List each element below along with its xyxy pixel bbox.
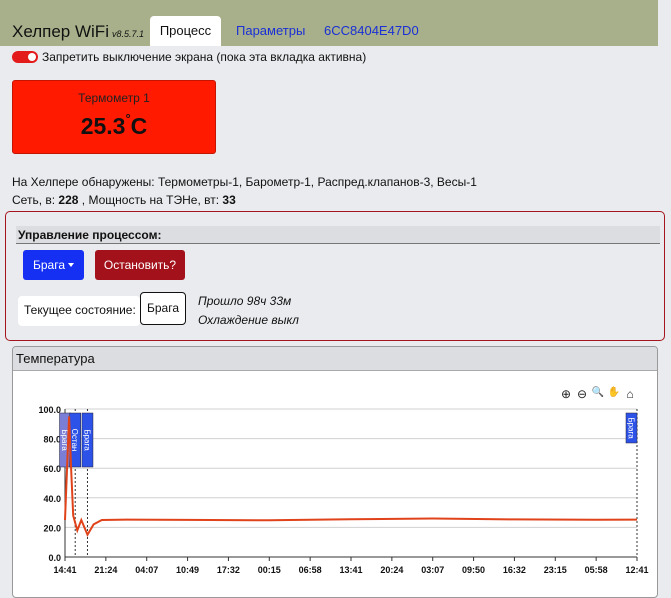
y-tick-label: 40.0 <box>43 494 61 504</box>
tab-process[interactable]: Процесс <box>150 16 221 46</box>
app-version: v8.5.7.1 <box>111 29 145 39</box>
temperature-chart[interactable]: 0.0 20.0 40.0 60.0 80.0 100.0 14:41 21:24 04:07 1… <box>13 371 657 597</box>
y-tick-label: 60.0 <box>43 464 61 474</box>
x-tick-label: 14:41 <box>53 565 76 575</box>
x-tick-label: 21:24 <box>94 565 117 575</box>
detected-devices: На Хелпере обнаружены: Термометры-1, Бар… <box>12 175 477 189</box>
stop-button[interactable]: Остановить? <box>95 250 185 280</box>
caret-down-icon <box>68 263 74 267</box>
y-tick-label: 100.0 <box>38 405 61 415</box>
x-tick-label: 06:58 <box>299 565 322 575</box>
mode-dropdown-button[interactable]: Брага <box>23 250 84 280</box>
heater-power: 33 <box>222 193 236 207</box>
x-tick-label: 17:32 <box>217 565 240 575</box>
temperature-chart-card: Температура ⊕ ⊖ 🔍 ✋ ⌂ 0.0 20.0 40.0 60.0 80.… <box>12 346 658 598</box>
temperature-series-line <box>64 416 638 538</box>
power-info: Сеть, в: 228 , Мощность на ТЭНе, вт: 33 <box>12 193 236 207</box>
top-navbar: Хелпер WiFi v8.5.7.1 Процесс Параметры 6C… <box>0 0 658 46</box>
app-title: Хелпер WiFi <box>12 22 109 41</box>
screen-lock-toggle-row: Запретить выключение экрана (пока эта вк… <box>12 50 366 64</box>
x-tick-label: 16:32 <box>503 565 526 575</box>
y-tick-label: 20.0 <box>43 523 61 533</box>
screen-lock-switch[interactable] <box>12 51 38 63</box>
x-tick-label: 12:41 <box>625 565 648 575</box>
thermometer-value: 25.3°C <box>80 111 148 139</box>
y-tick-label: 80.0 <box>43 435 61 445</box>
thermometer-name: Термометр 1 <box>78 91 150 105</box>
tab-device-id[interactable]: 6CC8404E47D0 <box>312 16 431 46</box>
x-tick-label: 03:07 <box>421 565 444 575</box>
x-tick-label: 05:58 <box>585 565 608 575</box>
app-brand[interactable]: Хелпер WiFi v8.5.7.1 <box>12 22 144 42</box>
thermometer-card: Термометр 1 25.3°C <box>12 80 216 154</box>
x-tick-label: 10:49 <box>176 565 199 575</box>
tab-parameters[interactable]: Параметры <box>224 16 317 46</box>
temperature-card-title: Температура <box>13 347 657 371</box>
process-control-panel: Управление процессом: Брага Остановить? … <box>5 211 665 341</box>
x-tick-label: 20:24 <box>380 565 403 575</box>
event-marker-label: Брага <box>82 429 91 451</box>
x-tick-label: 04:07 <box>135 565 158 575</box>
event-marker-label: Брага <box>627 417 636 439</box>
state-value: Брага <box>140 292 186 325</box>
x-tick-label: 13:41 <box>339 565 362 575</box>
x-tick-label: 09:50 <box>462 565 485 575</box>
x-tick-label: 23:15 <box>544 565 567 575</box>
process-header: Управление процессом: <box>16 226 660 244</box>
event-marker-label: Остан <box>70 429 79 452</box>
elapsed-time: Прошло 98ч 33м <box>198 294 292 308</box>
screen-lock-label: Запретить выключение экрана (пока эта вк… <box>42 50 367 64</box>
state-label: Текущее состояние: <box>18 296 140 326</box>
x-tick-label: 00:15 <box>258 565 281 575</box>
y-tick-label: 0.0 <box>48 553 61 563</box>
cooling-status: Охлаждение выкл <box>198 313 299 327</box>
net-voltage: 228 <box>58 193 79 207</box>
